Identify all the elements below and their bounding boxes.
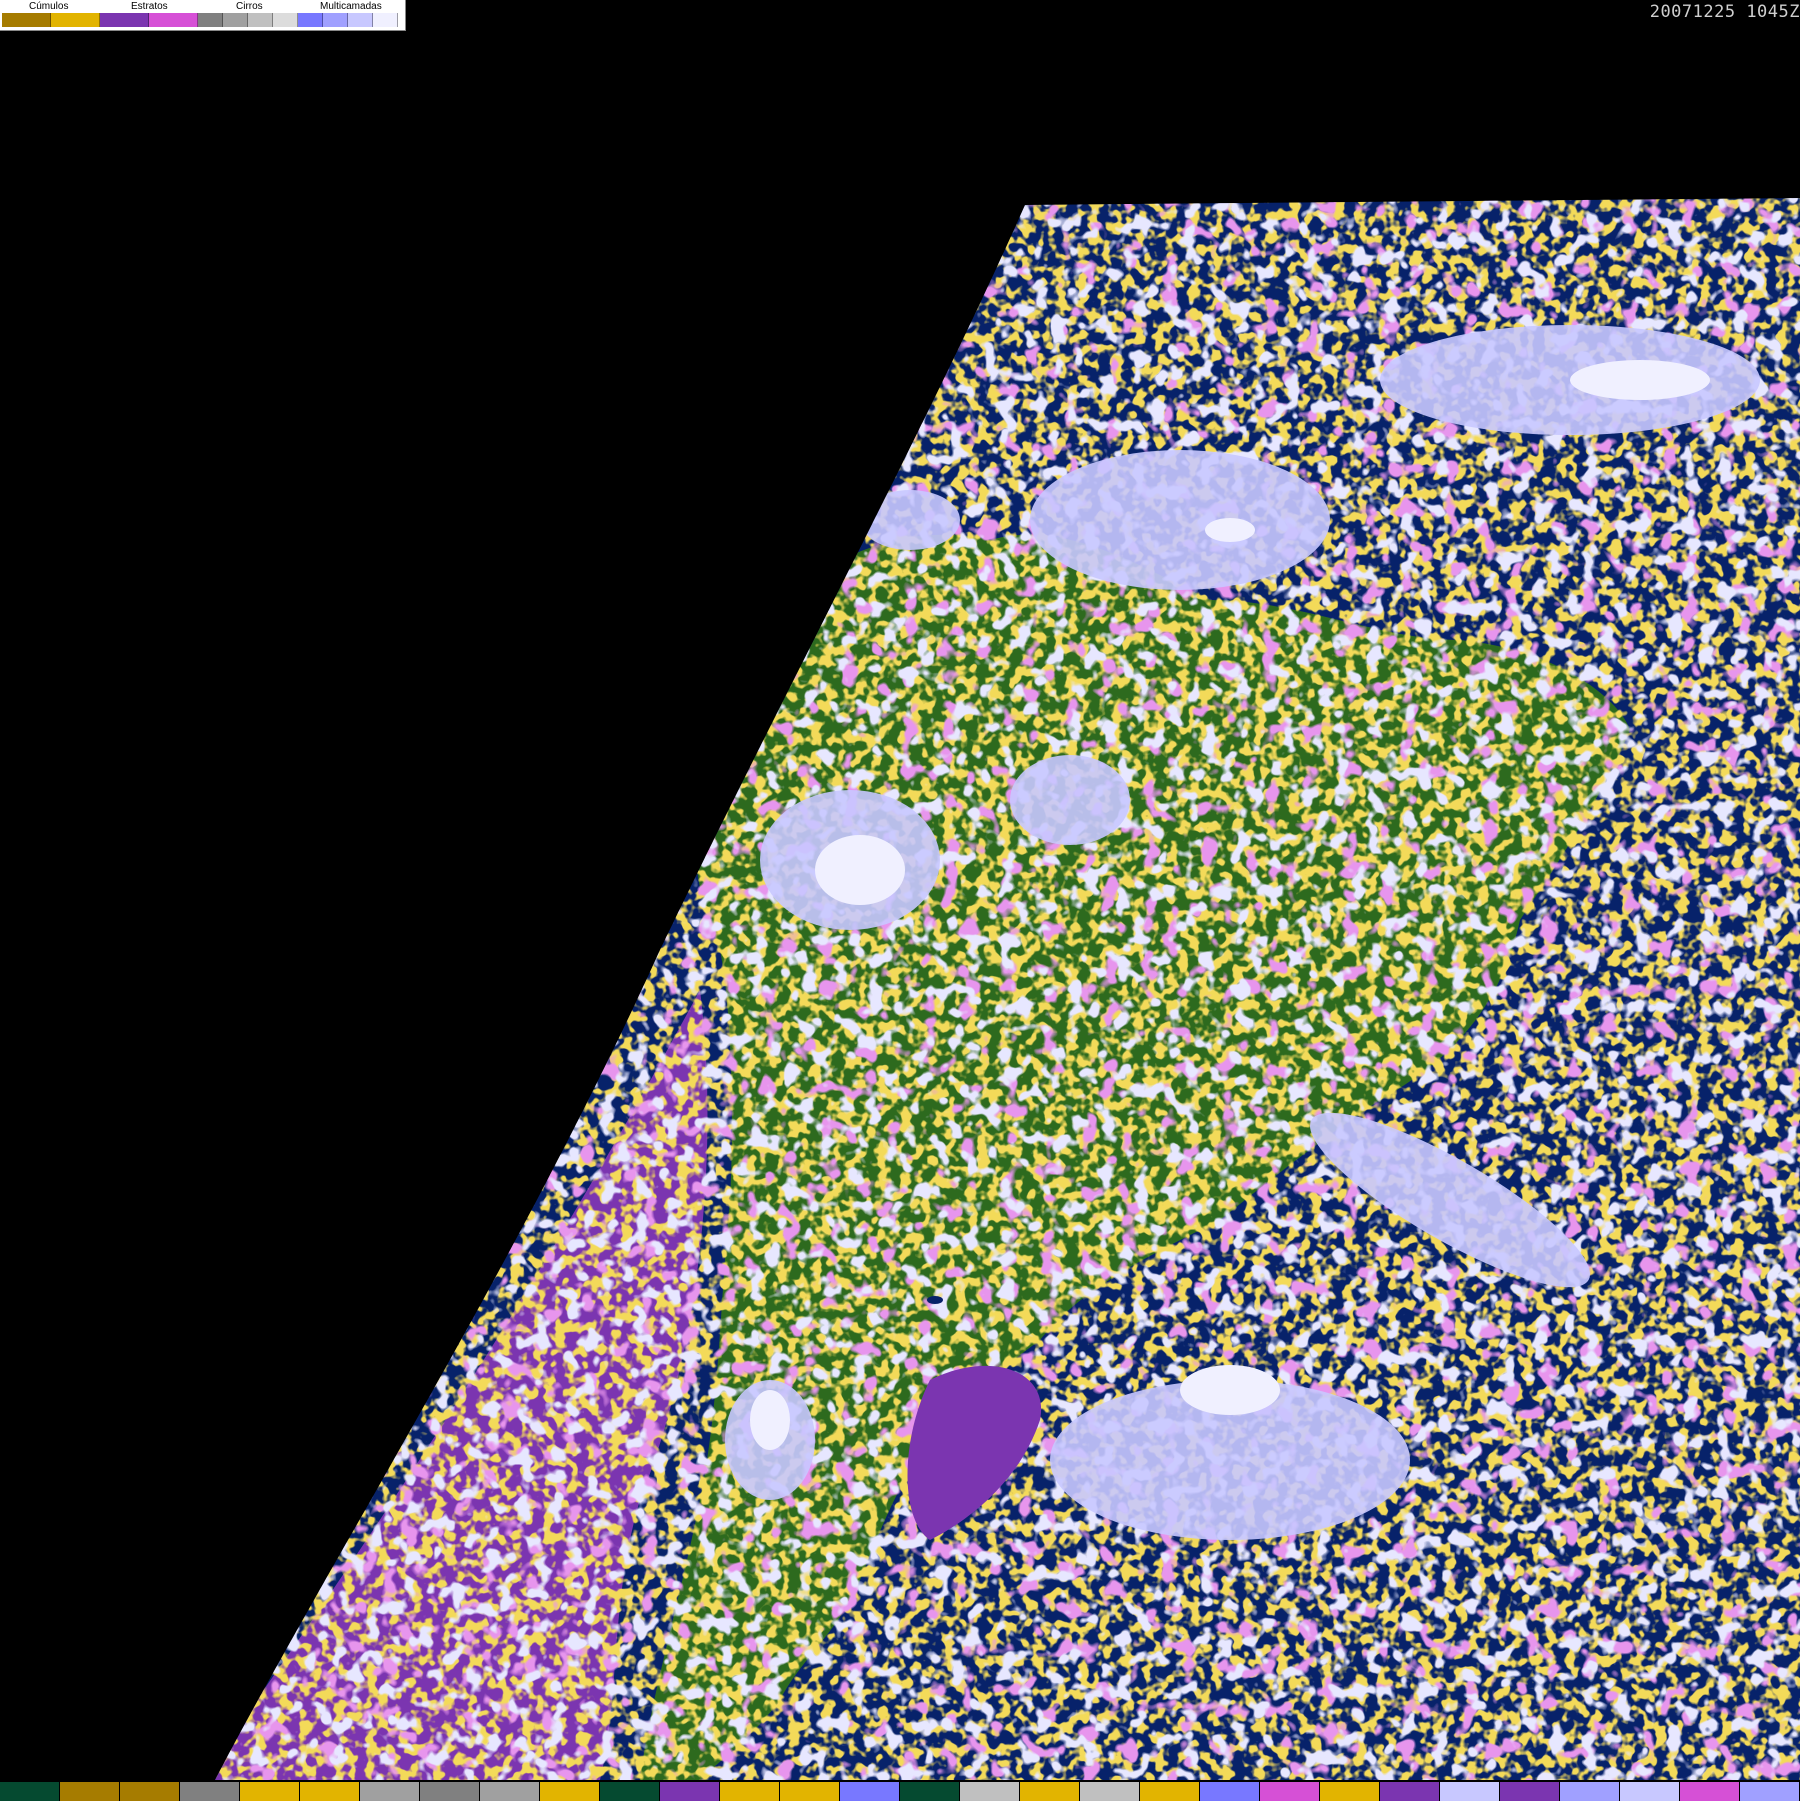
- cloud-type-legend: Cúmulos Estratos Cirros Multicamadas: [0, 0, 406, 31]
- legend-swatch: [2, 13, 51, 27]
- bottom-bar-cell: [1020, 1782, 1080, 1801]
- bottom-bar-cell: [960, 1782, 1020, 1801]
- legend-swatches: [2, 13, 398, 27]
- legend-swatch: [149, 13, 198, 27]
- bottom-bar-cell: [780, 1782, 840, 1801]
- legend-swatch: [198, 13, 223, 27]
- legend-swatch: [51, 13, 100, 27]
- bottom-bar-cell: [720, 1782, 780, 1801]
- bottom-bar-cell: [1440, 1782, 1500, 1801]
- lake: [927, 1296, 943, 1304]
- bottom-bar-cell: [480, 1782, 540, 1801]
- bottom-bar-cell: [840, 1782, 900, 1801]
- legend-label-multilayer: Multicamadas: [320, 1, 382, 12]
- bottom-bar-cell: [660, 1782, 720, 1801]
- legend-swatch: [348, 13, 373, 27]
- bottom-bar-cell: [120, 1782, 180, 1801]
- bottom-color-bar: [0, 1781, 1800, 1801]
- legend-swatch: [298, 13, 323, 27]
- bottom-bar-cell: [1380, 1782, 1440, 1801]
- legend-swatch: [273, 13, 298, 27]
- bottom-bar-cell: [1740, 1782, 1800, 1801]
- bottom-bar-cell: [1680, 1782, 1740, 1801]
- legend-label-cirrus: Cirros: [236, 1, 263, 12]
- legend-swatch: [373, 13, 398, 27]
- bottom-bar-cell: [420, 1782, 480, 1801]
- legend-swatch: [223, 13, 248, 27]
- bottom-bar-cell: [180, 1782, 240, 1801]
- bottom-bar-cell: [1620, 1782, 1680, 1801]
- bottom-bar-cell: [1320, 1782, 1380, 1801]
- legend-label-stratus: Estratos: [131, 1, 168, 12]
- bottom-bar-cell: [360, 1782, 420, 1801]
- bottom-bar-cell: [540, 1782, 600, 1801]
- legend-swatch: [100, 13, 149, 27]
- bottom-bar-cell: [1500, 1782, 1560, 1801]
- bottom-bar-cell: [1260, 1782, 1320, 1801]
- bottom-bar-cell: [1080, 1782, 1140, 1801]
- bottom-bar-cell: [1200, 1782, 1260, 1801]
- bottom-bar-cell: [600, 1782, 660, 1801]
- bottom-bar-cell: [0, 1782, 60, 1801]
- legend-label-cumulus: Cúmulos: [29, 1, 69, 12]
- image-timestamp: 20071225 1045Z: [1649, 2, 1800, 22]
- bottom-bar-cell: [1560, 1782, 1620, 1801]
- bottom-bar-cell: [240, 1782, 300, 1801]
- bottom-bar-cell: [300, 1782, 360, 1801]
- bottom-bar-cell: [900, 1782, 960, 1801]
- legend-swatch: [323, 13, 348, 27]
- bottom-bar-cell: [60, 1782, 120, 1801]
- bottom-bar-cell: [1140, 1782, 1200, 1801]
- legend-swatch: [248, 13, 273, 27]
- satellite-image: [0, 0, 1800, 1780]
